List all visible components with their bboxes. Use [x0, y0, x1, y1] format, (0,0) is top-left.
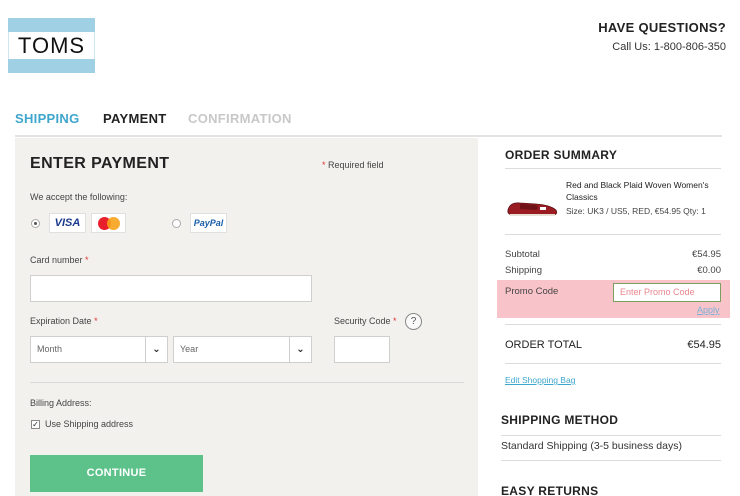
shipping-method-title: SHIPPING METHOD: [501, 413, 619, 427]
paypal-icon: PayPal: [190, 213, 227, 233]
subtotal-label: Subtotal: [505, 249, 540, 260]
promo-code-input[interactable]: Enter Promo Code: [613, 283, 721, 302]
expiration-required-star: *: [94, 316, 98, 326]
required-text: Required field: [328, 160, 384, 170]
expiration-label: Expiration Date *: [30, 316, 98, 326]
apply-promo-link[interactable]: Apply: [697, 305, 720, 315]
summary-divider: [505, 168, 721, 169]
continue-button[interactable]: CONTINUE: [30, 455, 203, 492]
security-code-input[interactable]: [334, 336, 390, 363]
security-code-label: Security Code *: [334, 316, 397, 326]
use-shipping-label[interactable]: Use Shipping address: [45, 419, 133, 429]
required-note: * Required field: [322, 160, 384, 170]
product-meta: Size: UK3 / US5, RED, €54.95 Qty: 1: [566, 206, 706, 216]
shipping-value: €0.00: [697, 265, 721, 276]
logo-band-top: [8, 18, 95, 32]
security-help-icon[interactable]: ?: [405, 313, 422, 330]
easy-returns-title: EASY RETURNS: [501, 484, 599, 496]
radio-card[interactable]: [31, 219, 40, 228]
year-select[interactable]: Year ⌄: [173, 336, 312, 363]
card-number-input[interactable]: [30, 275, 312, 302]
card-number-required-star: *: [85, 255, 89, 265]
chevron-down-icon: ⌄: [145, 337, 167, 362]
order-total-label: ORDER TOTAL: [505, 339, 583, 351]
shipping-method-value: Standard Shipping (3-5 business days): [501, 440, 682, 452]
order-summary-title: ORDER SUMMARY: [505, 148, 618, 162]
logo-text: TOMS: [17, 33, 86, 58]
section-divider: [30, 382, 464, 383]
chevron-down-icon: ⌄: [289, 337, 311, 362]
billing-address-label: Billing Address:: [30, 398, 92, 408]
security-label-text: Security Code: [334, 316, 391, 326]
month-select[interactable]: Month ⌄: [30, 336, 168, 363]
use-shipping-checkbox[interactable]: ✓: [31, 420, 40, 429]
mastercard-orange-circle: [107, 217, 120, 230]
edit-shopping-bag-link[interactable]: Edit Shopping Bag: [505, 375, 575, 385]
card-number-label: Card number *: [30, 255, 89, 265]
month-select-value: Month: [37, 344, 63, 354]
logo-band-bottom: [8, 59, 95, 73]
security-required-star: *: [393, 316, 397, 326]
visa-icon: VISA: [49, 213, 86, 233]
summary-divider: [505, 363, 721, 364]
order-total-value: €54.95: [687, 339, 721, 351]
year-select-value: Year: [180, 344, 199, 354]
help-block: HAVE QUESTIONS? Call Us: 1-800-806-350: [598, 20, 726, 53]
required-star: *: [322, 160, 326, 170]
mastercard-icon: [91, 213, 126, 233]
step-shipping[interactable]: SHIPPING: [15, 111, 80, 126]
shipping-label: Shipping: [505, 265, 542, 276]
accept-label: We accept the following:: [30, 192, 128, 202]
shipping-method-divider: [501, 435, 721, 436]
payment-title: ENTER PAYMENT: [30, 155, 170, 172]
product-name[interactable]: Red and Black Plaid Woven Women's Classi…: [566, 179, 721, 203]
toms-logo[interactable]: TOMS: [8, 18, 95, 73]
help-phone[interactable]: Call Us: 1-800-806-350: [598, 41, 726, 53]
product-image[interactable]: [506, 196, 559, 218]
checkout-steps: SHIPPING PAYMENT CONFIRMATION: [15, 111, 722, 137]
summary-divider: [505, 324, 721, 325]
expiration-label-text: Expiration Date: [30, 316, 92, 326]
promo-code-label: Promo Code: [505, 286, 559, 297]
step-payment: PAYMENT: [103, 111, 167, 126]
help-title: HAVE QUESTIONS?: [598, 20, 726, 35]
summary-divider: [505, 234, 721, 235]
card-number-label-text: Card number: [30, 255, 83, 265]
radio-paypal[interactable]: [172, 219, 181, 228]
shipping-method-divider: [501, 460, 721, 461]
subtotal-value: €54.95: [691, 249, 721, 260]
step-confirmation: CONFIRMATION: [188, 111, 292, 126]
payment-panel: ENTER PAYMENT * Required field We accept…: [15, 138, 478, 496]
